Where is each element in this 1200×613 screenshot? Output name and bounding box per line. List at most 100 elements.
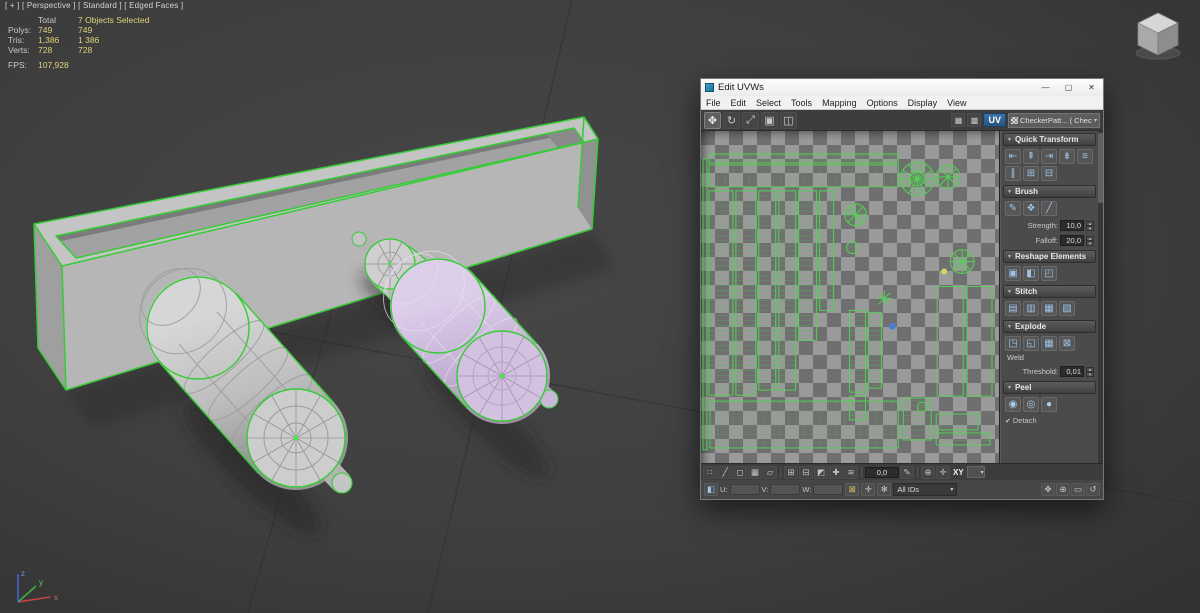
uv-strip-edge[interactable] — [702, 158, 708, 451]
threshold-spinner[interactable]: ▴ ▾ — [1086, 366, 1094, 377]
stitch-custom-icon[interactable]: ▤ — [1005, 301, 1021, 316]
rollout-peel[interactable]: ▼ Peel — [1003, 381, 1096, 394]
select-loop-icon[interactable]: ◩ — [814, 465, 828, 479]
align-top-icon[interactable]: ⇞ — [1023, 149, 1039, 164]
scrollbar-thumb[interactable] — [1098, 133, 1103, 203]
grow-selection-icon[interactable]: ⊞ — [784, 465, 798, 479]
axis-gizmo[interactable]: x y z — [6, 564, 64, 610]
align-bottom-icon[interactable]: ⇟ — [1059, 149, 1075, 164]
uv-islands[interactable] — [701, 131, 999, 463]
freeze-toggle-icon[interactable]: ✻ — [877, 483, 892, 496]
freeform-tool-icon[interactable]: ▣ — [761, 111, 778, 129]
axis-space-label[interactable]: XY — [951, 468, 966, 477]
select-ring-icon[interactable]: ✚ — [829, 465, 843, 479]
transform-typein-icon[interactable]: ◧ — [704, 483, 718, 496]
flatten-by-face-icon[interactable]: ◳ — [1005, 336, 1021, 351]
detach-checkbox[interactable]: ✔ — [1005, 417, 1011, 425]
element-mode-icon[interactable]: ▦ — [748, 465, 762, 479]
shrink-selection-icon[interactable]: ⊟ — [799, 465, 813, 479]
stitch-average-icon[interactable]: ▦ — [1041, 301, 1057, 316]
menu-select[interactable]: Select — [751, 96, 786, 109]
show-map-icon[interactable]: ▦ — [951, 113, 966, 127]
threshold-field[interactable]: 0,01 — [1060, 366, 1084, 377]
strength-spinner[interactable]: ▴ ▾ — [1086, 220, 1094, 231]
falloff-field[interactable]: 20,0 — [1060, 235, 1084, 246]
rollout-explode[interactable]: ▼ Explode — [1003, 320, 1096, 333]
offset-mode-icon[interactable]: ✛ — [936, 465, 950, 479]
strength-field[interactable]: 10,0 — [1060, 220, 1084, 231]
axis-space-dropdown[interactable]: ▾ — [966, 466, 985, 478]
uv-editor-canvas[interactable] — [701, 131, 1000, 463]
snap-toggle-icon[interactable]: ✛ — [861, 483, 876, 496]
edit-uvws-dialog[interactable]: Edit UVWs — ▢ ✕ File Edit Select Tools M… — [700, 78, 1104, 500]
move-tool-icon[interactable]: ✥ — [704, 111, 721, 129]
uv-strip-thin[interactable] — [708, 153, 899, 164]
texture-dropdown[interactable]: CheckerPatt... ( Checker ) ▾ — [1008, 112, 1100, 128]
uv-space-button[interactable]: UV — [983, 113, 1006, 127]
lock-selection-icon[interactable]: ⊠ — [845, 483, 860, 496]
select-by-element-icon[interactable]: ▱ — [763, 465, 777, 479]
rollout-brush[interactable]: ▼ Brush — [1003, 185, 1096, 198]
material-id-filter-dropdown[interactable]: All IDs ▾ — [893, 483, 958, 496]
align-left-icon[interactable]: ⇤ — [1005, 149, 1021, 164]
menu-view[interactable]: View — [942, 96, 971, 109]
uv-outline-rects[interactable] — [936, 285, 993, 397]
u-field[interactable] — [729, 484, 760, 495]
align-vertical-icon[interactable]: ∥ — [1005, 166, 1021, 181]
menu-display[interactable]: Display — [903, 96, 943, 109]
dialog-titlebar[interactable]: Edit UVWs — ▢ ✕ — [701, 79, 1103, 96]
viewport-label[interactable]: [ + ] [ Perspective ] [ Standard ] [ Edg… — [5, 1, 183, 10]
scale-tool-icon[interactable]: ⤢ — [742, 111, 759, 129]
align-horizontal-icon[interactable]: ≡ — [1077, 149, 1093, 164]
pan-icon[interactable]: ✥ — [1041, 483, 1055, 496]
flatten-custom-icon[interactable]: ▦ — [1041, 336, 1057, 351]
pelt-map-icon[interactable]: ● — [1041, 397, 1057, 412]
show-grid-icon[interactable]: ▩ — [967, 113, 982, 127]
vertex-mode-icon[interactable]: ∷ — [703, 465, 717, 479]
falloff-spinner[interactable]: ▴ ▾ — [1086, 235, 1094, 246]
w-field[interactable] — [813, 484, 844, 495]
menu-file[interactable]: File — [701, 96, 726, 109]
quick-peel-icon[interactable]: ◉ — [1005, 397, 1021, 412]
uv-strip-top[interactable] — [708, 164, 899, 188]
relax-brush-icon[interactable]: ❖ — [1023, 201, 1039, 216]
zoom-icon[interactable]: ⊕ — [1056, 483, 1070, 496]
v-field[interactable] — [770, 484, 801, 495]
cursor-coords-field[interactable]: 0,0 — [865, 466, 899, 478]
edit-typein-icon[interactable]: ✎ — [900, 465, 914, 479]
stitch-source-icon[interactable]: ▥ — [1023, 301, 1039, 316]
relax-until-flat-icon[interactable]: ◰ — [1041, 266, 1057, 281]
maximize-button[interactable]: ▢ — [1057, 79, 1080, 96]
paint-select-icon[interactable]: ≋ — [844, 465, 858, 479]
straighten-selection-icon[interactable]: ▣ — [1005, 266, 1021, 281]
space-horizontal-icon[interactable]: ⊞ — [1023, 166, 1039, 181]
uv-selected-vertex-blue[interactable] — [888, 322, 896, 330]
align-right-icon[interactable]: ⇥ — [1041, 149, 1057, 164]
uv-highlight-vertex-yellow[interactable] — [941, 268, 948, 275]
rollout-reshape-elements[interactable]: ▼ Reshape Elements — [1003, 250, 1096, 263]
uv-bottom-islands[interactable] — [709, 397, 991, 449]
brush-falloff-curve-icon[interactable]: ╱ — [1041, 201, 1057, 216]
menu-edit[interactable]: Edit — [726, 96, 752, 109]
zoom-region-icon[interactable]: ▭ — [1071, 483, 1085, 496]
make-rectangular-icon[interactable]: ◧ — [1023, 266, 1039, 281]
face-mode-icon[interactable]: ◻ — [733, 465, 747, 479]
close-button[interactable]: ✕ — [1080, 79, 1103, 96]
viewcube[interactable] — [1126, 5, 1190, 63]
absolute-mode-icon[interactable]: ⊕ — [921, 465, 935, 479]
rollout-quick-transform[interactable]: ▼ Quick Transform — [1003, 133, 1096, 146]
menu-mapping[interactable]: Mapping — [817, 96, 862, 109]
uv-column-strips[interactable] — [708, 190, 835, 396]
panel-scrollbar[interactable] — [1098, 131, 1103, 463]
peel-mode-icon[interactable]: ◎ — [1023, 397, 1039, 412]
break-icon[interactable]: ⊠ — [1059, 336, 1075, 351]
mirror-tool-icon[interactable]: ◫ — [780, 111, 797, 129]
space-vertical-icon[interactable]: ⊟ — [1041, 166, 1057, 181]
zoom-extents-icon[interactable]: ↺ — [1086, 483, 1100, 496]
edge-mode-icon[interactable]: ╱ — [718, 465, 732, 479]
paint-move-brush-icon[interactable]: ✎ — [1005, 201, 1021, 216]
menu-options[interactable]: Options — [862, 96, 903, 109]
flatten-by-group-icon[interactable]: ◱ — [1023, 336, 1039, 351]
minimize-button[interactable]: — — [1034, 79, 1057, 96]
rollout-stitch[interactable]: ▼ Stitch — [1003, 285, 1096, 298]
